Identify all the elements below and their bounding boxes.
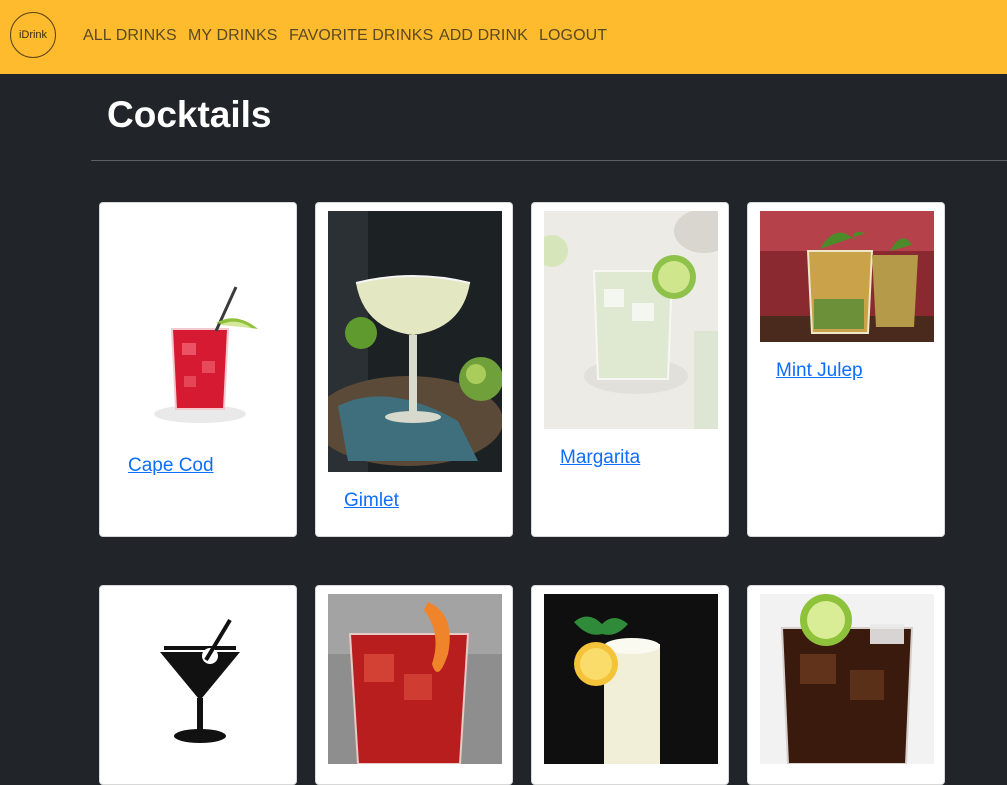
drink-link-mint-julep[interactable]: Mint Julep: [776, 360, 863, 382]
drink-card-gimlet: Gimlet: [315, 202, 513, 537]
navbar: iDrink ALL DRINKS MY DRINKS FAVORITE DRI…: [0, 0, 1007, 74]
nav-add-drink[interactable]: ADD DRINK: [439, 27, 528, 45]
nav-favorite-drinks[interactable]: FAVORITE DRINKS: [289, 27, 433, 45]
page-title: Cocktails: [107, 94, 272, 135]
nav-all-drinks[interactable]: ALL DRINKS: [83, 27, 177, 45]
martini-glass-icon: [112, 594, 286, 764]
logo[interactable]: iDrink: [10, 12, 56, 58]
drink-image-mint-julep[interactable]: [760, 211, 934, 342]
drink-image-negroni[interactable]: [328, 594, 502, 764]
drink-card-cape-cod: Cape Cod: [99, 202, 297, 537]
drink-link-margarita[interactable]: Margarita: [560, 447, 640, 469]
drink-card-8: [747, 585, 945, 785]
drink-image-cape-cod[interactable]: [112, 211, 286, 436]
drink-image-cola[interactable]: [760, 594, 934, 764]
drink-card-margarita: Margarita: [531, 202, 729, 537]
drink-image-fizz[interactable]: [544, 594, 718, 764]
drink-card-mint-julep: Mint Julep: [747, 202, 945, 537]
drink-card-6: [315, 585, 513, 785]
drink-image-martini[interactable]: [112, 594, 286, 764]
drink-link-gimlet[interactable]: Gimlet: [344, 490, 399, 512]
logo-text: iDrink: [18, 29, 48, 41]
drink-link-cape-cod[interactable]: Cape Cod: [128, 455, 214, 477]
drink-card-5: [99, 585, 297, 785]
drink-card-7: [531, 585, 729, 785]
drink-image-gimlet[interactable]: [328, 211, 502, 472]
nav-logout[interactable]: LOGOUT: [539, 27, 607, 45]
drink-image-margarita[interactable]: [544, 211, 718, 429]
nav-my-drinks[interactable]: MY DRINKS: [188, 27, 278, 45]
divider: [91, 160, 1007, 161]
